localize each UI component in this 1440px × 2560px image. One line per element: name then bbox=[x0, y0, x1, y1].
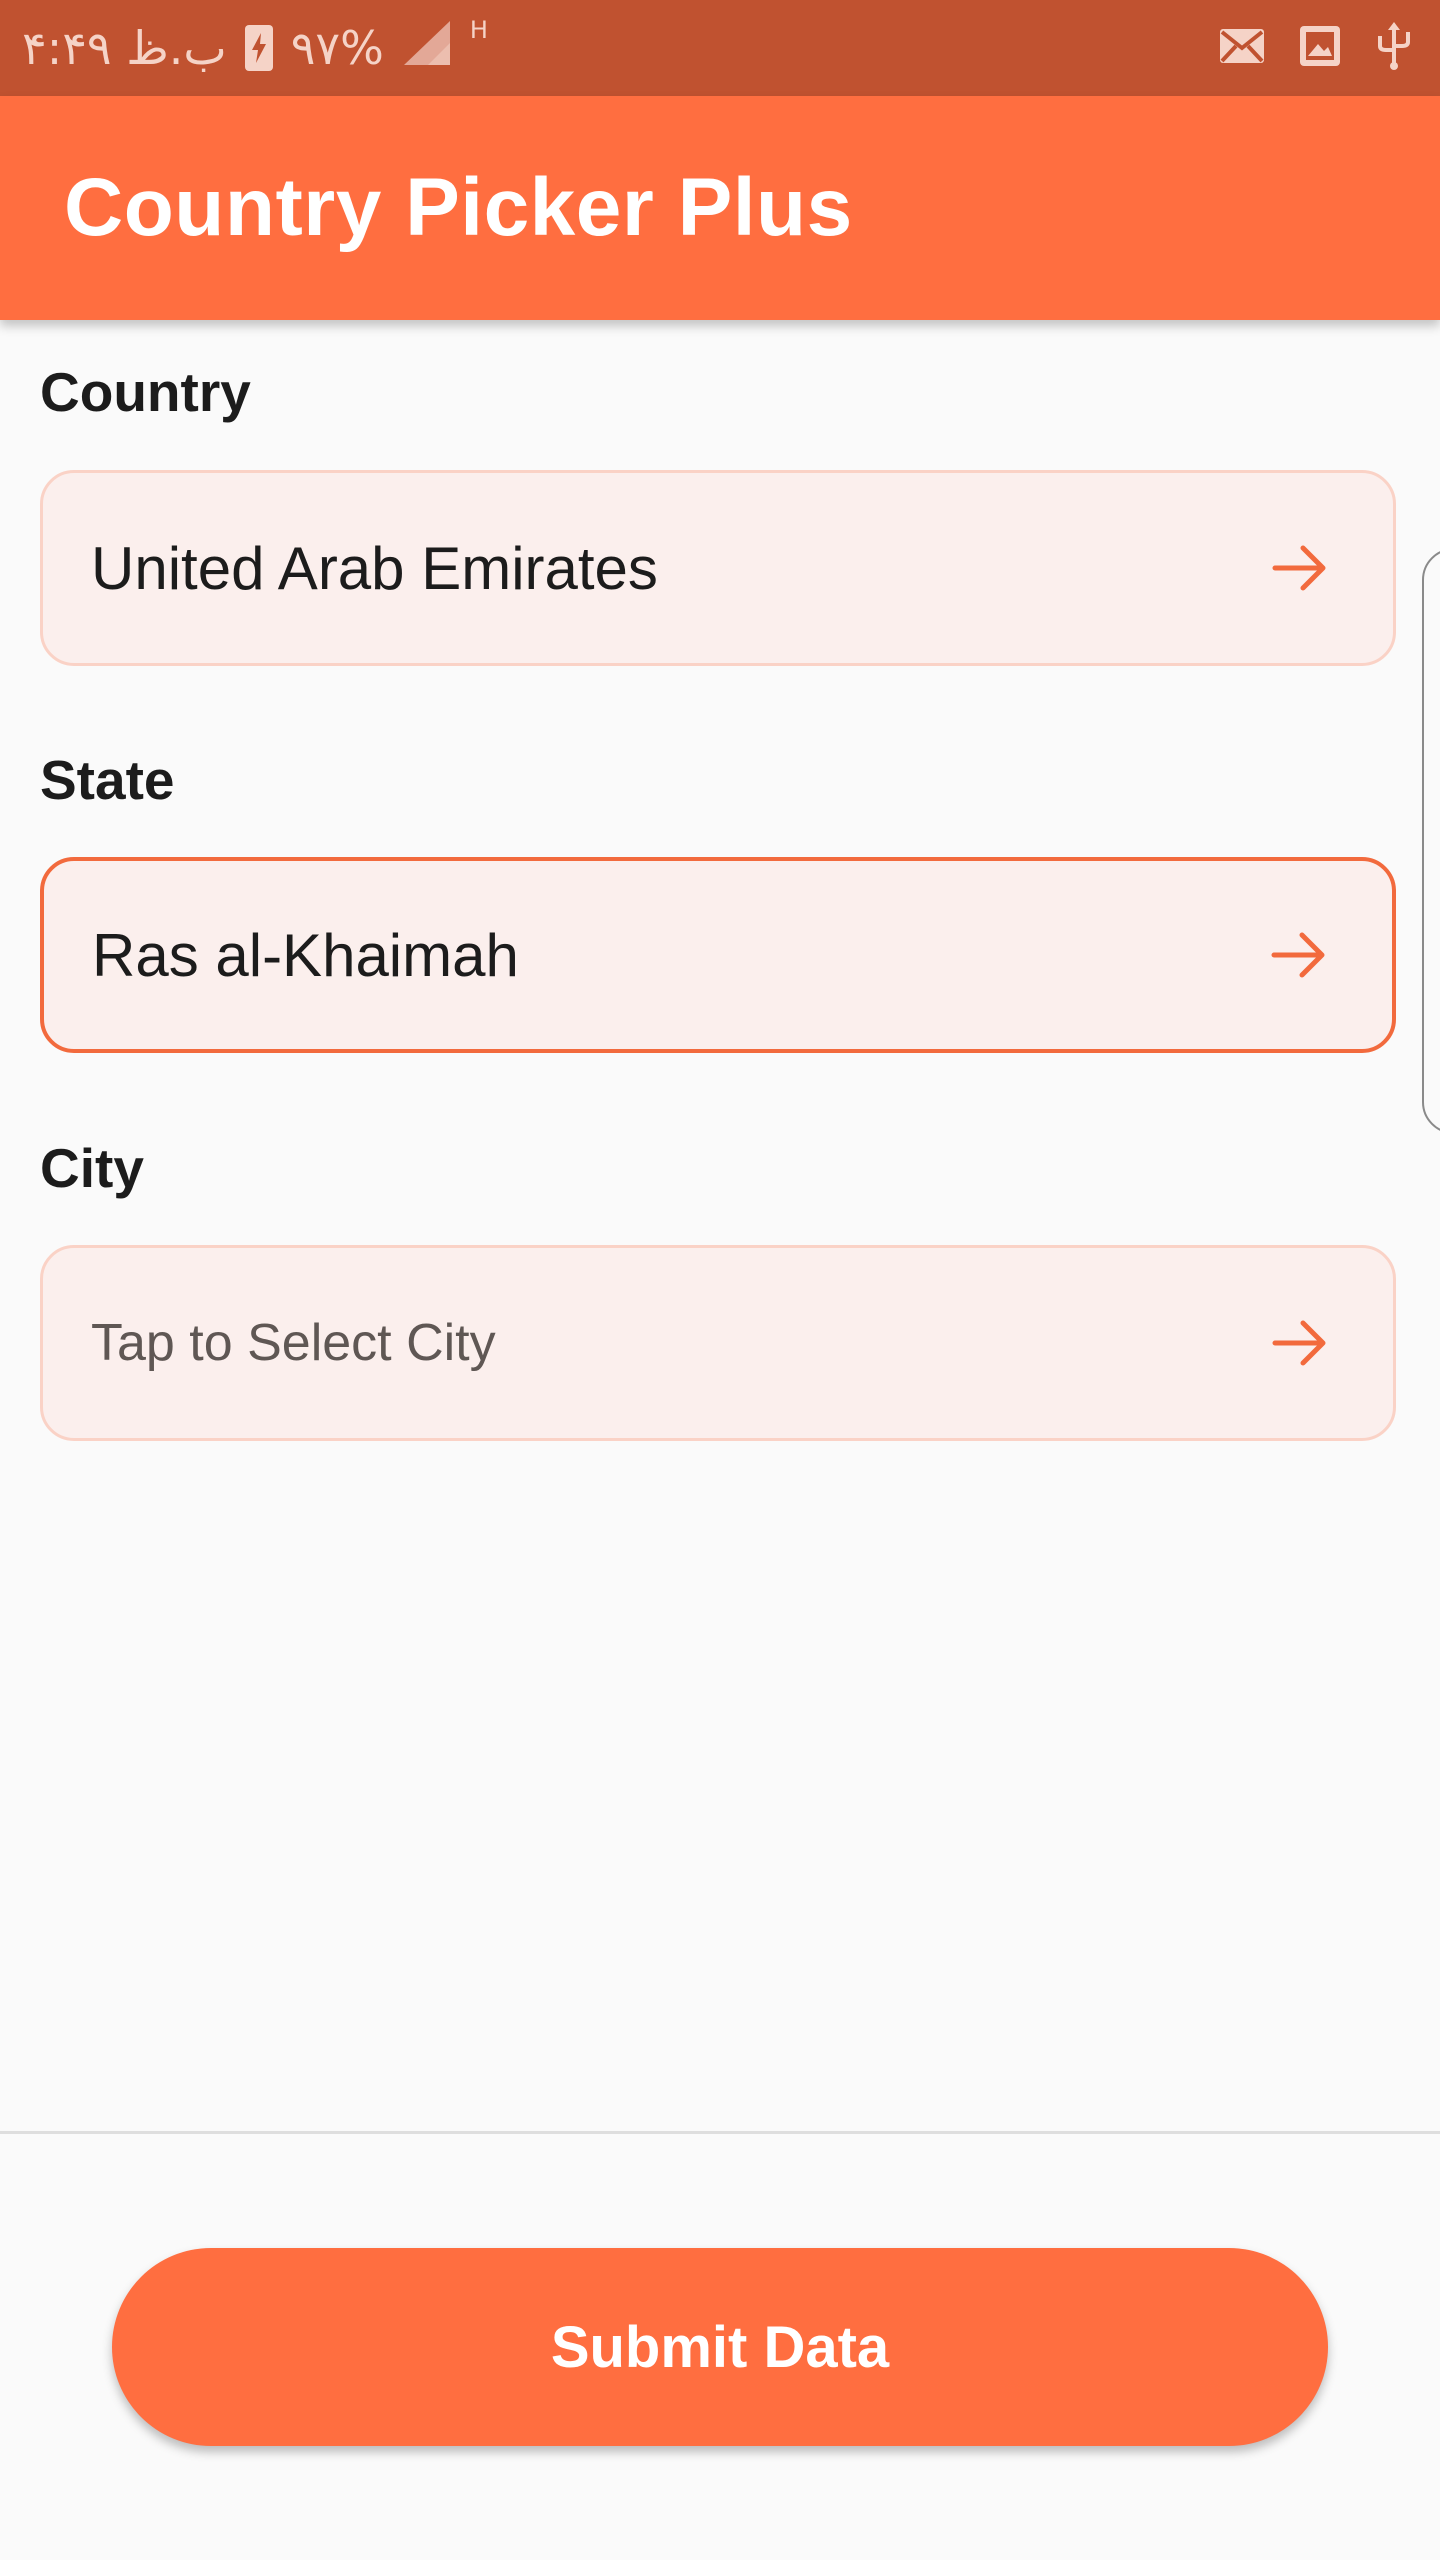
network-type: H bbox=[469, 16, 488, 44]
app-title: Country Picker Plus bbox=[64, 162, 853, 253]
arrow-forward-icon bbox=[1272, 1320, 1326, 1366]
battery-charging-icon bbox=[244, 25, 273, 71]
signal-icon bbox=[402, 19, 452, 78]
status-left: ب.ظ ۴:۴۹ ۹۷% H bbox=[22, 0, 488, 96]
battery-percent: ۹۷% bbox=[290, 21, 384, 75]
country-picker[interactable]: United Arab Emirates bbox=[40, 470, 1396, 666]
app-bar: Country Picker Plus bbox=[0, 96, 1440, 320]
status-time: ب.ظ ۴:۴۹ bbox=[22, 21, 227, 75]
arrow-forward-icon bbox=[1272, 545, 1326, 591]
city-picker[interactable]: Tap to Select City bbox=[40, 1245, 1396, 1441]
submit-data-button[interactable]: Submit Data bbox=[112, 2248, 1328, 2446]
country-label: Country bbox=[40, 361, 251, 423]
state-picker[interactable]: Ras al-Khaimah bbox=[40, 857, 1396, 1053]
usb-icon bbox=[1374, 21, 1414, 75]
status-bar: ب.ظ ۴:۴۹ ۹۷% H bbox=[0, 0, 1440, 96]
city-placeholder: Tap to Select City bbox=[91, 1314, 496, 1372]
arrow-forward-icon bbox=[1271, 932, 1325, 978]
divider bbox=[0, 2131, 1440, 2134]
image-icon bbox=[1298, 24, 1342, 73]
state-value: Ras al-Khaimah bbox=[92, 921, 519, 989]
edge-panel-handle[interactable] bbox=[1422, 548, 1440, 1134]
mail-icon bbox=[1218, 26, 1266, 71]
city-label: City bbox=[40, 1137, 144, 1199]
status-right bbox=[1218, 0, 1414, 96]
screen: ب.ظ ۴:۴۹ ۹۷% H Country Picker Plus Count… bbox=[0, 0, 1440, 2560]
country-value: United Arab Emirates bbox=[91, 534, 658, 602]
state-label: State bbox=[40, 749, 175, 811]
